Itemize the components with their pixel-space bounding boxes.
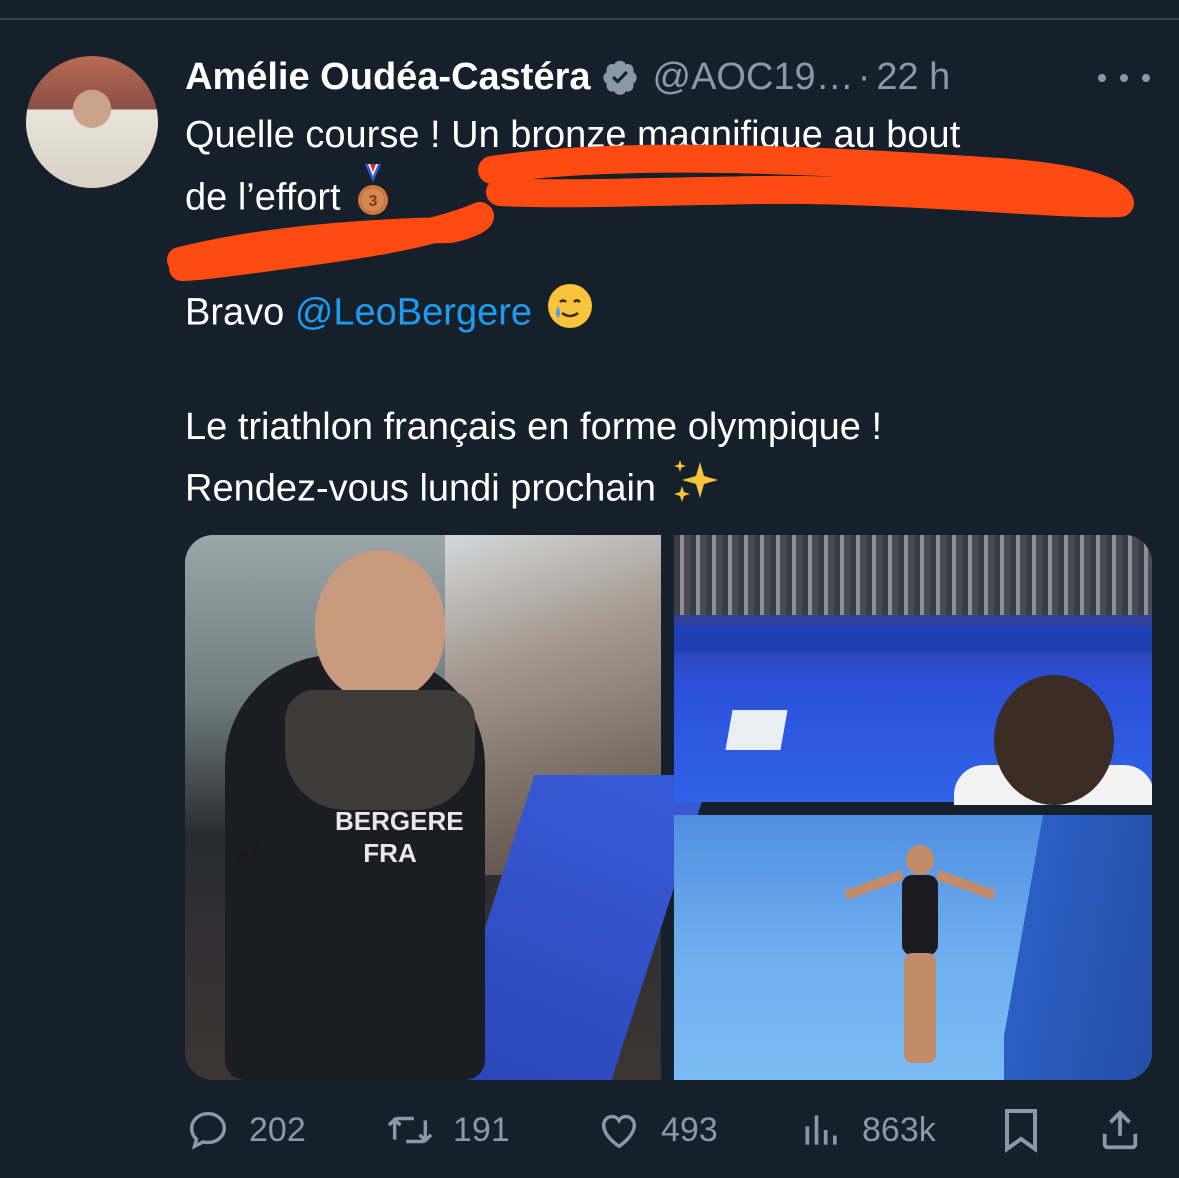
- views-icon: [800, 1107, 844, 1153]
- athlete-head: [315, 550, 445, 700]
- retweet-icon: [385, 1107, 435, 1153]
- display-name[interactable]: Amélie Oudéa-Castéra: [185, 56, 591, 99]
- bronze-medal-icon: 3: [355, 164, 391, 235]
- text-line-2: de l’effort: [185, 176, 341, 219]
- like-button[interactable]: 493: [595, 1098, 718, 1162]
- views-button[interactable]: 863k: [800, 1098, 936, 1162]
- tweet-text-line-2: de l’effort 3: [185, 164, 391, 235]
- verified-icon: [601, 58, 639, 96]
- towel: [285, 690, 475, 810]
- text-line-1: Quelle course ! Un bronze magnifique au …: [185, 114, 961, 156]
- arm-number: 21: [229, 833, 265, 868]
- tweet-header: Amélie Oudéa-Castéra @AOC19… · 22 h: [185, 52, 950, 102]
- tweet-text-line-4: Le triathlon français en forme olympique…: [185, 398, 882, 456]
- tweet[interactable]: Amélie Oudéa-Castéra @AOC19… · 22 h Quel…: [0, 0, 1179, 1178]
- tearful-smile-icon: [546, 282, 594, 347]
- spectator-head: [994, 675, 1114, 805]
- share-icon: [1097, 1106, 1143, 1154]
- sparkles-icon: [670, 456, 722, 525]
- bike-rack: [674, 625, 1152, 653]
- retweet-count: 191: [453, 1110, 510, 1149]
- like-icon: [595, 1107, 643, 1153]
- like-count: 493: [661, 1110, 718, 1149]
- bookmark-icon: [1000, 1106, 1042, 1154]
- more-icon[interactable]: [1098, 58, 1150, 98]
- photo-finish-line[interactable]: [674, 815, 1152, 1080]
- jersey-country: FRA: [363, 838, 417, 868]
- reply-icon: [185, 1107, 231, 1153]
- share-button[interactable]: [1097, 1098, 1143, 1162]
- time-separator: ·: [857, 55, 871, 98]
- text-line-5: Rendez-vous lundi prochain: [185, 467, 657, 510]
- photo-athlete-crowd[interactable]: BERGERE FRA 21: [185, 535, 711, 1080]
- media-grid[interactable]: BERGERE FRA 21: [185, 535, 1152, 1080]
- tweet-text-line-1: Quelle course ! Un bronze magnifique au …: [185, 106, 960, 164]
- jersey-text: BERGERE FRA: [335, 805, 464, 869]
- side-wall: [1004, 815, 1152, 1080]
- timestamp[interactable]: 22 h: [876, 56, 950, 99]
- photo-transition-area[interactable]: [674, 535, 1152, 805]
- jersey-name: BERGERE: [335, 806, 464, 836]
- text-line-3: Bravo: [185, 291, 295, 334]
- stands: [674, 535, 1152, 615]
- tweet-text-line-5: Rendez-vous lundi prochain: [185, 456, 722, 525]
- svg-text:3: 3: [368, 193, 377, 210]
- tweet-actions: 202 191 493 863k: [185, 1098, 1145, 1162]
- mention-link[interactable]: @LeoBergere: [295, 292, 532, 334]
- views-count: 863k: [862, 1110, 936, 1149]
- text-line-4: Le triathlon français en forme olympique…: [185, 406, 883, 448]
- crate: [725, 710, 788, 750]
- retweet-button[interactable]: 191: [385, 1098, 510, 1162]
- handle[interactable]: @AOC19…: [653, 56, 854, 99]
- runner: [844, 845, 996, 1075]
- avatar[interactable]: [26, 56, 158, 188]
- reply-count: 202: [249, 1110, 306, 1149]
- bookmark-button[interactable]: [1000, 1098, 1042, 1162]
- reply-button[interactable]: 202: [185, 1098, 306, 1162]
- tweet-text-line-3: Bravo @LeoBergere: [185, 282, 594, 347]
